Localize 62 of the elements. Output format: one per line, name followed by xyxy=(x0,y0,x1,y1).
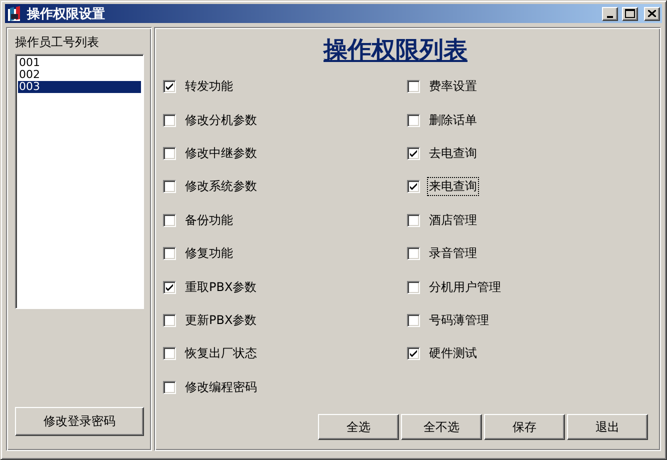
operator-list[interactable]: 001 002 003 xyxy=(15,54,144,309)
checkbox-label[interactable]: 修改中继参数 xyxy=(183,144,259,163)
null[interactable]: 全不选 xyxy=(401,414,482,440)
permissions-heading: 操作权限列表 xyxy=(324,34,468,66)
checkbox[interactable] xyxy=(163,314,176,327)
minimize-icon xyxy=(607,16,613,18)
checkbox[interactable] xyxy=(407,314,420,327)
list-item[interactable]: 002 xyxy=(18,69,141,81)
checkbox-label[interactable]: 备份功能 xyxy=(183,210,235,230)
checkmark-icon xyxy=(409,349,418,358)
checkbox-label[interactable]: 号码薄管理 xyxy=(427,310,491,330)
list-label: 操作员工号列表 xyxy=(15,34,100,51)
checkbox-label[interactable]: 修改分机参数 xyxy=(183,110,259,130)
app-icon xyxy=(7,6,23,22)
checkbox-label[interactable]: 酒店管理 xyxy=(427,210,479,230)
checkbox-label[interactable]: 重取PBX参数 xyxy=(183,278,259,297)
checkbox[interactable] xyxy=(163,180,176,194)
checkbox-label[interactable]: 去电查询 xyxy=(427,144,479,163)
checkbox-label[interactable]: 恢复出厂状态 xyxy=(183,344,259,364)
checkbox[interactable] xyxy=(407,114,420,127)
null[interactable]: 退出 xyxy=(567,414,648,440)
checkbox[interactable] xyxy=(407,247,420,260)
checkbox[interactable] xyxy=(407,214,420,227)
close-icon xyxy=(648,10,656,17)
checkbox-label[interactable]: 修改系统参数 xyxy=(183,177,259,196)
checkbox-label[interactable]: 转发功能 xyxy=(183,77,235,96)
checkbox[interactable] xyxy=(407,180,420,194)
checkbox[interactable] xyxy=(163,347,176,360)
checkbox-label[interactable]: 删除话单 xyxy=(427,110,479,130)
window-title: 操作权限设置 xyxy=(27,6,105,22)
change-password-button[interactable]: 修改登录密码 xyxy=(15,407,144,436)
checkbox-label[interactable]: 分机用户管理 xyxy=(427,278,503,297)
checkbox[interactable] xyxy=(163,380,176,394)
checkbox-label[interactable]: 修改编程密码 xyxy=(183,378,259,397)
checkbox[interactable] xyxy=(407,80,420,94)
checkmark-icon xyxy=(409,182,418,192)
checkbox[interactable] xyxy=(163,214,176,227)
list-item[interactable]: 003 xyxy=(18,81,141,93)
checkbox[interactable] xyxy=(163,114,176,127)
checkbox-label[interactable]: 硬件测试 xyxy=(427,344,479,364)
maximize-icon xyxy=(625,9,635,18)
close-button[interactable] xyxy=(644,6,660,20)
checkbox[interactable] xyxy=(163,80,176,94)
checkbox-label[interactable]: 来电查询 xyxy=(427,177,479,196)
checkmark-icon xyxy=(165,82,174,92)
list-item[interactable]: 001 xyxy=(18,57,141,69)
checkmark-icon xyxy=(165,282,174,292)
checkbox-label[interactable]: 录音管理 xyxy=(427,244,479,264)
checkbox-label[interactable]: 费率设置 xyxy=(427,77,479,96)
checkbox[interactable] xyxy=(163,146,176,160)
minimize-button[interactable] xyxy=(602,6,618,20)
checkbox[interactable] xyxy=(163,280,176,294)
checkbox[interactable] xyxy=(163,247,176,260)
null[interactable]: 全选 xyxy=(318,414,399,440)
checkmark-icon xyxy=(409,148,418,158)
null[interactable]: 保存 xyxy=(484,414,565,440)
maximize-button[interactable] xyxy=(622,6,638,20)
checkbox-label[interactable]: 更新PBX参数 xyxy=(183,310,259,330)
checkbox-label[interactable]: 修复功能 xyxy=(183,244,235,264)
checkbox[interactable] xyxy=(407,347,420,360)
checkbox[interactable] xyxy=(407,146,420,160)
checkbox[interactable] xyxy=(407,280,420,294)
